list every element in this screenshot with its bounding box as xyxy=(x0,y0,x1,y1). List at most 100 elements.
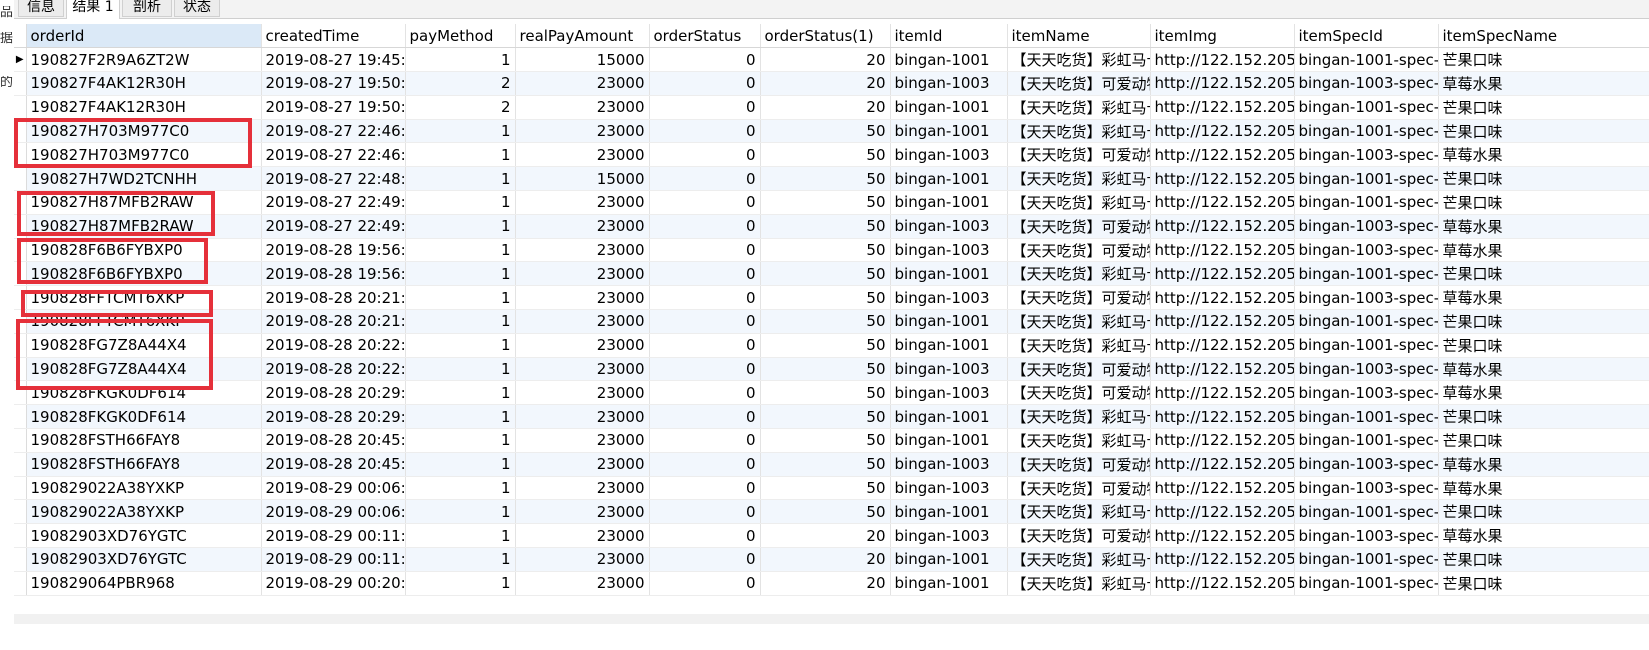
cell-orderStatus[interactable]: 0 xyxy=(649,190,761,215)
cell-createdTime[interactable]: 2019-08-28 20:29:41 xyxy=(261,380,406,406)
table-row[interactable]: 190828F6B6FYBXP02019-08-28 19:56:1112300… xyxy=(14,261,1649,287)
cell-orderStatus-1[interactable]: 50 xyxy=(760,190,891,215)
cell-payMethod[interactable]: 1 xyxy=(405,428,516,453)
cell-orderStatus-1[interactable]: 50 xyxy=(760,261,891,287)
cell-itemImg[interactable]: http://122.152.205.7 xyxy=(1150,309,1295,334)
cell-itemImg[interactable]: http://122.152.205.7 xyxy=(1150,190,1295,215)
cell-itemName[interactable]: 【天天吃货】彩虹马卡 xyxy=(1007,309,1151,334)
table-row[interactable]: 19082903XD76YGTC2019-08-29 00:11:4412300… xyxy=(14,523,1649,549)
cell-itemSpecName[interactable]: 草莓水果 xyxy=(1438,71,1649,96)
cell-createdTime[interactable]: 2019-08-28 20:45:33 xyxy=(261,452,406,477)
cell-orderId[interactable]: 190827H703M977C0 xyxy=(26,142,262,168)
row-header[interactable] xyxy=(14,499,27,525)
cell-orderStatus-1[interactable]: 50 xyxy=(760,333,891,358)
cell-orderStatus[interactable]: 0 xyxy=(649,571,761,596)
cell-orderStatus[interactable]: 0 xyxy=(649,166,761,192)
cell-itemImg[interactable]: http://122.152.205.7 xyxy=(1150,214,1295,239)
cell-itemImg[interactable]: http://122.152.205.7 xyxy=(1150,261,1295,287)
table-row[interactable]: 190828FSTH66FAY82019-08-28 20:45:3312300… xyxy=(14,452,1649,477)
cell-realPayAmount[interactable]: 23000 xyxy=(515,71,650,96)
cell-itemId[interactable]: bingan-1003 xyxy=(890,214,1008,239)
cell-createdTime[interactable]: 2019-08-29 00:20:55 xyxy=(261,571,406,596)
cell-itemId[interactable]: bingan-1003 xyxy=(890,523,1008,549)
cell-itemSpecName[interactable]: 芒果口味 xyxy=(1438,261,1649,287)
table-row[interactable]: 190827H7WD2TCNHH2019-08-27 22:48:4511500… xyxy=(14,166,1649,192)
cell-itemSpecId[interactable]: bingan-1003-spec-2 xyxy=(1294,523,1439,549)
cell-payMethod[interactable]: 2 xyxy=(405,71,516,96)
cell-itemImg[interactable]: http://122.152.205.7 xyxy=(1150,547,1295,572)
cell-itemImg[interactable]: http://122.152.205.7 xyxy=(1150,119,1295,144)
cell-itemName[interactable]: 【天天吃货】可爱动物 xyxy=(1007,238,1151,263)
cell-payMethod[interactable]: 1 xyxy=(405,142,516,168)
cell-payMethod[interactable]: 1 xyxy=(405,571,516,596)
row-header[interactable] xyxy=(14,547,27,572)
cell-itemSpecId[interactable]: bingan-1001-spec-3 xyxy=(1294,47,1439,73)
cell-itemName[interactable]: 【天天吃货】可爱动物 xyxy=(1007,214,1151,239)
cell-realPayAmount[interactable]: 23000 xyxy=(515,571,650,596)
row-header[interactable] xyxy=(14,428,27,453)
cell-payMethod[interactable]: 1 xyxy=(405,404,516,430)
cell-realPayAmount[interactable]: 23000 xyxy=(515,119,650,144)
cell-itemName[interactable]: 【天天吃货】彩虹马卡 xyxy=(1007,261,1151,287)
cell-orderId[interactable]: 19082903XD76YGTC xyxy=(26,523,262,549)
cell-itemName[interactable]: 【天天吃货】可爱动物 xyxy=(1007,142,1151,168)
cell-orderStatus-1[interactable]: 20 xyxy=(760,571,891,596)
cell-orderStatus[interactable]: 0 xyxy=(649,214,761,239)
cell-orderId[interactable]: 190829022A38YXKP xyxy=(26,476,262,501)
cell-realPayAmount[interactable]: 23000 xyxy=(515,452,650,477)
cell-orderId[interactable]: 190828FFTCMT6XKP xyxy=(26,285,262,311)
cell-itemId[interactable]: bingan-1001 xyxy=(890,166,1008,192)
cell-itemId[interactable]: bingan-1001 xyxy=(890,571,1008,596)
cell-createdTime[interactable]: 2019-08-28 20:29:41 xyxy=(261,404,406,430)
column-header-realPayAmount[interactable]: realPayAmount xyxy=(515,24,650,49)
cell-itemSpecId[interactable]: bingan-1003-spec-2 xyxy=(1294,238,1439,263)
row-header[interactable] xyxy=(14,190,27,215)
cell-orderStatus-1[interactable]: 50 xyxy=(760,428,891,453)
cell-orderStatus-1[interactable]: 50 xyxy=(760,357,891,382)
cell-orderStatus[interactable]: 0 xyxy=(649,142,761,168)
cell-itemImg[interactable]: http://122.152.205.7 xyxy=(1150,428,1295,453)
cell-payMethod[interactable]: 1 xyxy=(405,380,516,406)
table-row[interactable]: 190829064PBR9682019-08-29 00:20:55123000… xyxy=(14,571,1649,596)
cell-orderStatus-1[interactable]: 50 xyxy=(760,452,891,477)
cell-itemImg[interactable]: http://122.152.205.7 xyxy=(1150,95,1295,120)
tab-result-1[interactable]: 结果 1 xyxy=(66,0,120,19)
cell-itemSpecId[interactable]: bingan-1001-spec-3 xyxy=(1294,547,1439,572)
column-header-payMethod[interactable]: payMethod xyxy=(405,24,516,49)
cell-orderStatus[interactable]: 0 xyxy=(649,119,761,144)
cell-orderStatus-1[interactable]: 50 xyxy=(760,476,891,501)
cell-itemImg[interactable]: http://122.152.205.7 xyxy=(1150,523,1295,549)
table-row[interactable]: 190827H87MFB2RAW2019-08-27 22:49:5712300… xyxy=(14,214,1649,239)
cell-orderId[interactable]: 190828F6B6FYBXP0 xyxy=(26,261,262,287)
row-header[interactable] xyxy=(14,214,27,239)
cell-createdTime[interactable]: 2019-08-27 22:46:09 xyxy=(261,119,406,144)
cell-createdTime[interactable]: 2019-08-27 19:45:16 xyxy=(261,47,406,73)
cell-payMethod[interactable]: 1 xyxy=(405,499,516,525)
cell-itemImg[interactable]: http://122.152.205.7 xyxy=(1150,380,1295,406)
cell-orderStatus-1[interactable]: 20 xyxy=(760,547,891,572)
cell-itemSpecId[interactable]: bingan-1003-spec-2 xyxy=(1294,285,1439,311)
cell-realPayAmount[interactable]: 23000 xyxy=(515,404,650,430)
cell-orderStatus-1[interactable]: 20 xyxy=(760,95,891,120)
cell-itemSpecId[interactable]: bingan-1001-spec-3 xyxy=(1294,95,1439,120)
cell-itemId[interactable]: bingan-1001 xyxy=(890,47,1008,73)
cell-orderStatus[interactable]: 0 xyxy=(649,380,761,406)
cell-itemId[interactable]: bingan-1001 xyxy=(890,428,1008,453)
cell-realPayAmount[interactable]: 23000 xyxy=(515,95,650,120)
cell-orderId[interactable]: 190827H87MFB2RAW xyxy=(26,190,262,215)
column-header-itemId[interactable]: itemId xyxy=(890,24,1008,49)
cell-itemSpecName[interactable]: 芒果口味 xyxy=(1438,547,1649,572)
cell-payMethod[interactable]: 2 xyxy=(405,95,516,120)
cell-payMethod[interactable]: 1 xyxy=(405,166,516,192)
cell-realPayAmount[interactable]: 23000 xyxy=(515,309,650,334)
cell-itemImg[interactable]: http://122.152.205.7 xyxy=(1150,476,1295,501)
cell-payMethod[interactable]: 1 xyxy=(405,190,516,215)
column-header-itemImg[interactable]: itemImg xyxy=(1150,24,1295,49)
cell-createdTime[interactable]: 2019-08-28 20:22:52 xyxy=(261,357,406,382)
cell-realPayAmount[interactable]: 23000 xyxy=(515,261,650,287)
cell-itemName[interactable]: 【天天吃货】可爱动物 xyxy=(1007,71,1151,96)
cell-itemId[interactable]: bingan-1001 xyxy=(890,190,1008,215)
table-row[interactable]: 190828FKGK0DF6142019-08-28 20:29:4112300… xyxy=(14,380,1649,406)
cell-payMethod[interactable]: 1 xyxy=(405,547,516,572)
cell-itemImg[interactable]: http://122.152.205.7 xyxy=(1150,333,1295,358)
